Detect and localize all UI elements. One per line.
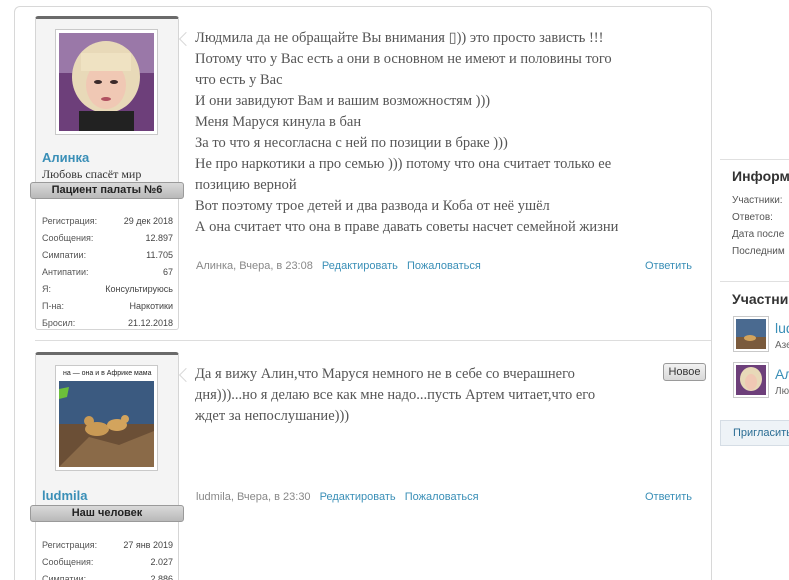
member-name[interactable]: Ал	[775, 366, 789, 382]
member-name[interactable]: lud	[775, 320, 789, 336]
stat-value: 11.705	[146, 250, 173, 260]
info-line: Дата после	[732, 229, 785, 240]
members-title: Участни	[732, 291, 789, 307]
stat-value[interactable]: 2.027	[150, 554, 173, 571]
stat-value: 27 янв 2019	[123, 540, 173, 550]
avatar-image-alinka[interactable]	[59, 33, 154, 131]
user-title: Любовь спасёт мир	[42, 167, 142, 181]
post-divider	[35, 340, 711, 341]
message-line: Не про наркотики а про семью ))) потому …	[195, 156, 612, 172]
stat-value: Консультируюсь	[105, 284, 173, 294]
stat-row: Симпатии: 11.705	[42, 247, 173, 264]
stat-label: Сообщения:	[42, 557, 94, 567]
stat-label: Симпатии:	[42, 574, 87, 580]
message-line: И они завидуют Вам и вашим возможностям …	[195, 93, 491, 109]
edit-link[interactable]: Редактировать	[320, 491, 396, 503]
member-avatar-image[interactable]	[736, 365, 766, 395]
message-line: А она считает что она в праве давать сов…	[195, 219, 619, 235]
message-body: Да я вижу Алин,что Маруся немного не в с…	[195, 364, 695, 427]
stat-row: Антипатии: 67	[42, 264, 173, 281]
stat-label: Симпатии:	[42, 250, 87, 260]
stat-label: Антипатии:	[42, 267, 89, 277]
stat-value: Наркотики	[129, 301, 173, 311]
stat-row: Регистрация: 29 дек 2018	[42, 213, 173, 230]
user-stats: Регистрация: 29 дек 2018 Сообщения: 12.897…	[42, 213, 173, 332]
avatar[interactable]	[55, 29, 158, 135]
member-title: Лю	[775, 386, 789, 397]
user-banner: Пациент палаты №6	[30, 182, 184, 199]
stat-value: 2.886	[150, 574, 173, 580]
stat-row: Бросил: 21.12.2018	[42, 315, 173, 332]
stat-row: Я: Консультируюсь	[42, 281, 173, 298]
sidebar: Информ Участники: Ответов: Дата после По…	[720, 150, 789, 580]
user-panel-alinka: Алинка Любовь спасёт мир Пациент палаты …	[30, 16, 184, 332]
avatar-image-ludmila[interactable]: на — она и в Африке мама	[59, 369, 154, 467]
stat-value[interactable]: 12.897	[145, 230, 173, 247]
stat-row: Сообщения: 12.897	[42, 230, 173, 247]
stat-value: 21.12.2018	[127, 318, 173, 328]
member-title: Азе	[775, 340, 789, 351]
stat-label: Сообщения:	[42, 233, 94, 243]
message-line: Да я вижу Алин,что Маруся немного не в с…	[195, 366, 575, 382]
info-title: Информ	[732, 168, 789, 184]
stat-label: Я:	[42, 284, 51, 294]
member-avatar-image[interactable]	[736, 319, 766, 349]
post-author-date[interactable]: ludmila, Вчера, в 23:30	[196, 491, 311, 503]
stat-row: Симпатии: 2.886	[42, 571, 173, 580]
stat-value: 67	[162, 267, 173, 277]
info-line: Ответов:	[732, 212, 773, 223]
message-line: Меня Маруся кинула в бан	[195, 114, 362, 130]
stat-label: Регистрация:	[42, 540, 98, 550]
report-link[interactable]: Пожаловаться	[407, 260, 481, 272]
reply-link[interactable]: Ответить	[645, 491, 692, 503]
stat-label: Бросил:	[42, 318, 76, 328]
invite-button[interactable]: Пригласить	[720, 420, 789, 446]
message-line: позицию верной	[195, 177, 297, 193]
stat-label: Регистрация:	[42, 216, 98, 226]
member-avatar[interactable]	[733, 316, 769, 352]
stat-label: П-на:	[42, 301, 64, 311]
user-stats: Регистрация: 27 янв 2019 Сообщения: 2.027 …	[42, 537, 173, 580]
message-line: Потому что у Вас есть а они в основном н…	[195, 51, 612, 67]
user-banner: Наш человек	[30, 505, 184, 522]
members-block	[720, 281, 789, 282]
stat-row: Регистрация: 27 янв 2019	[42, 537, 173, 554]
post-author-date[interactable]: Алинка, Вчера, в 23:08	[196, 260, 313, 272]
message-line: За то что я несогласна с ней по позиции …	[195, 135, 508, 151]
info-block	[720, 159, 789, 160]
stat-row: Сообщения: 2.027	[42, 554, 173, 571]
edit-link[interactable]: Редактировать	[322, 260, 398, 272]
user-panel-ludmila: на — она и в Африке мама ludmila Наш чел…	[30, 352, 184, 580]
username[interactable]: Алинка	[42, 150, 89, 165]
username[interactable]: ludmila	[42, 488, 88, 503]
member-avatar[interactable]	[733, 362, 769, 398]
user-panel-head: Алинка Любовь спасёт мир Пациент палаты …	[30, 19, 184, 199]
message-meta: Алинка, Вчера, в 23:08 Редактировать Пож…	[196, 260, 692, 272]
reply-link[interactable]: Ответить	[645, 260, 692, 272]
avatar[interactable]: на — она и в Африке мама	[55, 365, 158, 471]
message-line: дня)))...но я делаю все как мне надо...п…	[195, 387, 596, 403]
message-line: Людмила да не обращайте Вы внимания ▯)) …	[195, 30, 604, 46]
message-line: Вот поэтому трое детей и два развода и К…	[195, 198, 550, 214]
report-link[interactable]: Пожаловаться	[405, 491, 479, 503]
message-meta: ludmila, Вчера, в 23:30 Редактировать По…	[196, 491, 692, 503]
message-line: ждет за непослушание)))	[195, 408, 350, 424]
info-line: Последним	[732, 246, 785, 257]
info-line: Участники:	[732, 195, 783, 206]
user-panel-head: на — она и в Африке мама ludmila Наш чел…	[30, 355, 184, 522]
message-line: что есть у Вас	[195, 72, 283, 88]
message-body: Людмила да не обращайте Вы внимания ▯)) …	[195, 28, 695, 238]
stat-row: П-на: Наркотики	[42, 298, 173, 315]
stat-value: 29 дек 2018	[123, 216, 173, 226]
avatar-caption: на — она и в Африке мама	[63, 370, 152, 377]
